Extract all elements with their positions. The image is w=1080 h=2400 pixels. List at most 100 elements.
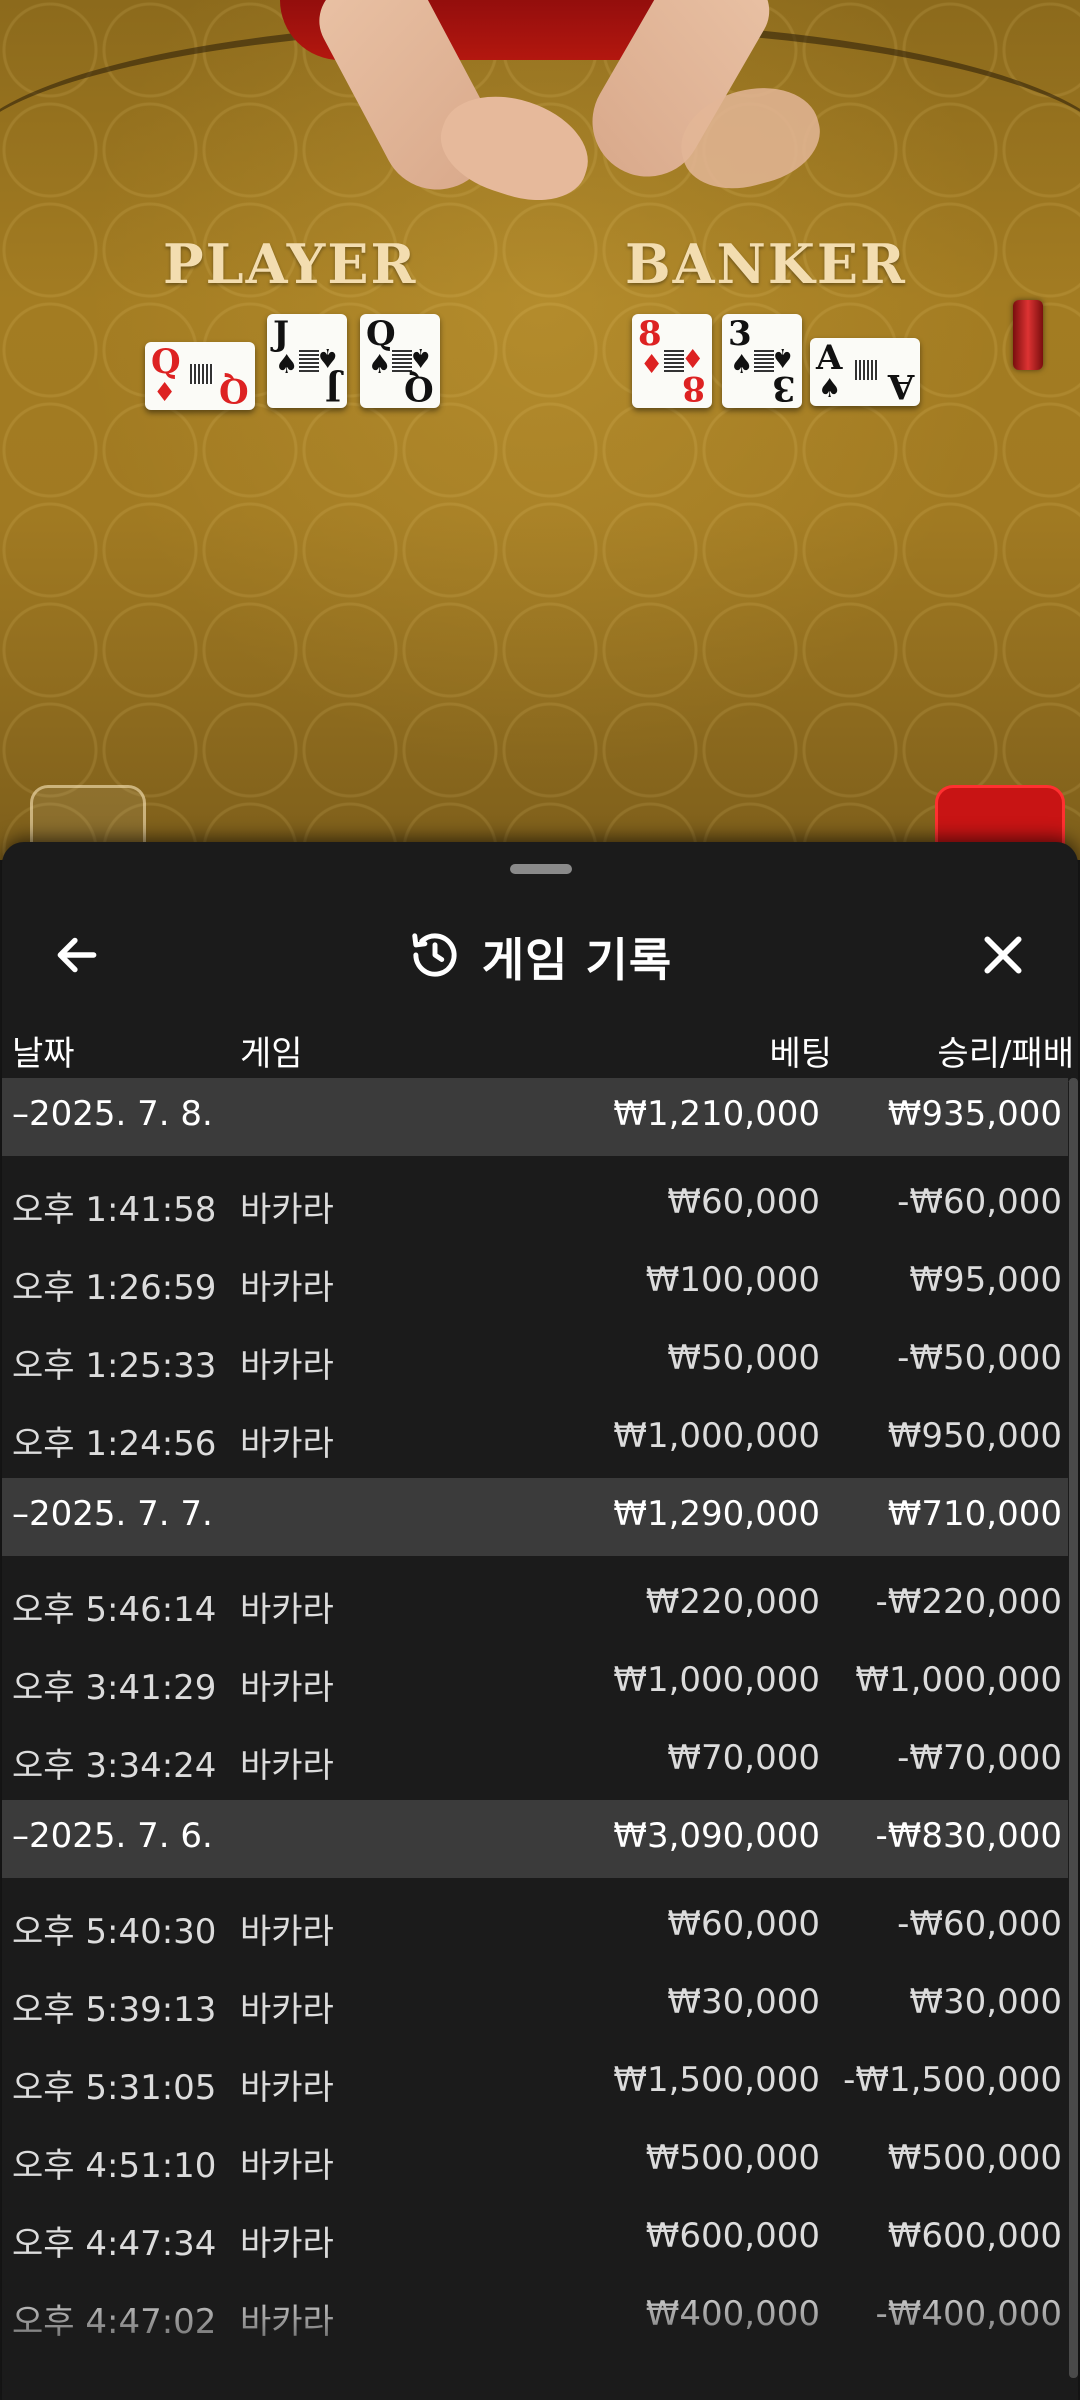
row-game: 바카라 bbox=[240, 1190, 334, 1230]
row-game: 바카라 bbox=[240, 1990, 334, 2030]
row-game: 바카라 bbox=[240, 1590, 334, 1630]
group-bet-total: ₩1,210,000 bbox=[613, 1094, 820, 1134]
banker-card-2: 3 ♠ 3 ♠ bbox=[722, 314, 802, 408]
live-video-feed: PLAYER BANKER Q ♦ Q J ♠ J ♠ Q ♠ Q ♠ 8 ♦ … bbox=[0, 0, 1080, 860]
column-bet: 베팅 bbox=[769, 1034, 832, 1074]
row-bet: ₩600,000 bbox=[645, 2216, 820, 2256]
banker-label: BANKER bbox=[625, 232, 907, 296]
row-game: 바카라 bbox=[240, 2146, 334, 2186]
row-bet: ₩30,000 bbox=[667, 1982, 820, 2022]
banker-card-1: 8 ♦ 8 ♦ bbox=[632, 314, 712, 408]
row-bet: ₩100,000 bbox=[645, 1260, 820, 1300]
player-card-1: Q ♦ Q bbox=[145, 342, 255, 410]
row-game: 바카라 bbox=[240, 2302, 334, 2342]
game-history-sheet: 게임 기록 날짜 게임 베팅 승리/패배 –2025. 7. 8. ₩1,210… bbox=[2, 842, 1078, 2400]
table-row[interactable]: 오후 5:40:30 바카라 ₩60,000 -₩60,000 bbox=[2, 1884, 1068, 1962]
close-icon bbox=[978, 930, 1028, 984]
row-time: 오후 5:46:14 bbox=[12, 1590, 217, 1630]
group-bet-total: ₩3,090,000 bbox=[613, 1816, 820, 1856]
row-game: 바카라 bbox=[240, 1668, 334, 1708]
table-row[interactable]: 오후 5:46:14 바카라 ₩220,000 -₩220,000 bbox=[2, 1562, 1068, 1640]
table-row[interactable]: 오후 1:24:56 바카라 ₩1,000,000 ₩950,000 bbox=[2, 1396, 1068, 1474]
close-button[interactable] bbox=[968, 924, 1038, 990]
row-bet: ₩50,000 bbox=[667, 1338, 820, 1378]
sheet-grab-handle[interactable] bbox=[510, 864, 572, 874]
row-result: -₩220,000 bbox=[875, 1582, 1063, 1622]
sheet-header: 게임 기록 bbox=[2, 902, 1078, 1012]
row-game: 바카라 bbox=[240, 1268, 334, 1308]
row-bet: ₩500,000 bbox=[645, 2138, 820, 2178]
row-bet: ₩70,000 bbox=[667, 1738, 820, 1778]
row-time: 오후 1:25:33 bbox=[12, 1346, 217, 1386]
row-game: 바카라 bbox=[240, 1912, 334, 1952]
title-group: 게임 기록 bbox=[2, 902, 1078, 1012]
row-game: 바카라 bbox=[240, 2224, 334, 2264]
arrow-left-icon bbox=[52, 930, 102, 984]
row-result: ₩95,000 bbox=[909, 1260, 1062, 1300]
row-result: ₩500,000 bbox=[887, 2138, 1062, 2178]
sheet-title: 게임 기록 bbox=[481, 933, 673, 987]
history-list[interactable]: –2025. 7. 8. ₩1,210,000 ₩935,000 오후 1:41… bbox=[2, 1078, 1078, 2400]
row-time: 오후 1:24:56 bbox=[12, 1424, 217, 1464]
row-result: -₩60,000 bbox=[897, 1904, 1062, 1944]
table-row[interactable]: 오후 3:34:24 바카라 ₩70,000 -₩70,000 bbox=[2, 1718, 1068, 1796]
row-bet: ₩1,500,000 bbox=[613, 2060, 820, 2100]
column-game: 게임 bbox=[240, 1034, 303, 1074]
group-date: –2025. 7. 8. bbox=[12, 1094, 213, 1134]
row-game: 바카라 bbox=[240, 1346, 334, 1386]
row-result: -₩50,000 bbox=[897, 1338, 1062, 1378]
row-result: -₩70,000 bbox=[897, 1738, 1062, 1778]
row-game: 바카라 bbox=[240, 1746, 334, 1786]
row-bet: ₩220,000 bbox=[645, 1582, 820, 1622]
table-row[interactable]: 오후 4:51:10 바카라 ₩500,000 ₩500,000 bbox=[2, 2118, 1068, 2196]
table-row[interactable]: 오후 5:39:13 바카라 ₩30,000 ₩30,000 bbox=[2, 1962, 1068, 2040]
row-bet: ₩60,000 bbox=[667, 1182, 820, 1222]
row-bet: ₩1,000,000 bbox=[613, 1416, 820, 1456]
table-row[interactable]: 오후 1:26:59 바카라 ₩100,000 ₩95,000 bbox=[2, 1240, 1068, 1318]
row-result: -₩60,000 bbox=[897, 1182, 1062, 1222]
player-card-2: J ♠ J ♠ bbox=[267, 314, 347, 408]
row-game: 바카라 bbox=[240, 2068, 334, 2108]
date-group-header[interactable]: –2025. 7. 7. ₩1,290,000 ₩710,000 bbox=[2, 1478, 1068, 1556]
row-time: 오후 4:47:34 bbox=[12, 2224, 217, 2264]
row-result: -₩1,500,000 bbox=[843, 2060, 1062, 2100]
row-time: 오후 3:41:29 bbox=[12, 1668, 217, 1708]
row-bet: ₩1,000,000 bbox=[613, 1660, 820, 1700]
row-time: 오후 5:31:05 bbox=[12, 2068, 217, 2108]
row-bet: ₩60,000 bbox=[667, 1904, 820, 1944]
scrollbar[interactable] bbox=[1069, 1078, 1078, 2378]
group-result-total: ₩935,000 bbox=[887, 1094, 1062, 1134]
table-row[interactable]: 오후 4:47:02 바카라 ₩400,000 -₩400,000 bbox=[2, 2274, 1068, 2352]
group-date: –2025. 7. 7. bbox=[12, 1494, 213, 1534]
row-time: 오후 3:34:24 bbox=[12, 1746, 217, 1786]
row-result: ₩1,000,000 bbox=[855, 1660, 1062, 1700]
banker-card-3: A ♠ A bbox=[810, 338, 920, 406]
group-date: –2025. 7. 6. bbox=[12, 1816, 213, 1856]
group-result-total: -₩830,000 bbox=[875, 1816, 1063, 1856]
row-result: ₩30,000 bbox=[909, 1982, 1062, 2022]
row-bet: ₩400,000 bbox=[645, 2294, 820, 2334]
row-time: 오후 5:39:13 bbox=[12, 1990, 217, 2030]
table-row[interactable]: 오후 1:41:58 바카라 ₩60,000 -₩60,000 bbox=[2, 1162, 1068, 1240]
table-row[interactable]: 오후 5:31:05 바카라 ₩1,500,000 -₩1,500,000 bbox=[2, 2040, 1068, 2118]
table-row[interactable]: 오후 4:47:34 바카라 ₩600,000 ₩600,000 bbox=[2, 2196, 1068, 2274]
row-time: 오후 4:47:02 bbox=[12, 2302, 217, 2342]
card-shoe bbox=[1013, 300, 1043, 370]
column-date: 날짜 bbox=[12, 1034, 75, 1074]
row-time: 오후 1:26:59 bbox=[12, 1268, 217, 1308]
row-time: 오후 4:51:10 bbox=[12, 2146, 217, 2186]
table-row[interactable]: 오후 3:41:29 바카라 ₩1,000,000 ₩1,000,000 bbox=[2, 1640, 1068, 1718]
row-result: ₩600,000 bbox=[887, 2216, 1062, 2256]
player-card-3: Q ♠ Q ♠ bbox=[360, 314, 440, 408]
history-icon bbox=[408, 928, 462, 986]
table-row[interactable]: 오후 1:25:33 바카라 ₩50,000 -₩50,000 bbox=[2, 1318, 1068, 1396]
column-header-row: 날짜 게임 베팅 승리/패배 bbox=[2, 1012, 1078, 1082]
back-button[interactable] bbox=[42, 924, 112, 990]
row-result: -₩400,000 bbox=[875, 2294, 1063, 2334]
date-group-header[interactable]: –2025. 7. 8. ₩1,210,000 ₩935,000 bbox=[2, 1078, 1068, 1156]
row-time: 오후 1:41:58 bbox=[12, 1190, 217, 1230]
group-bet-total: ₩1,290,000 bbox=[613, 1494, 820, 1534]
row-time: 오후 5:40:30 bbox=[12, 1912, 217, 1952]
date-group-header[interactable]: –2025. 7. 6. ₩3,090,000 -₩830,000 bbox=[2, 1800, 1068, 1878]
player-label: PLAYER bbox=[163, 232, 418, 296]
